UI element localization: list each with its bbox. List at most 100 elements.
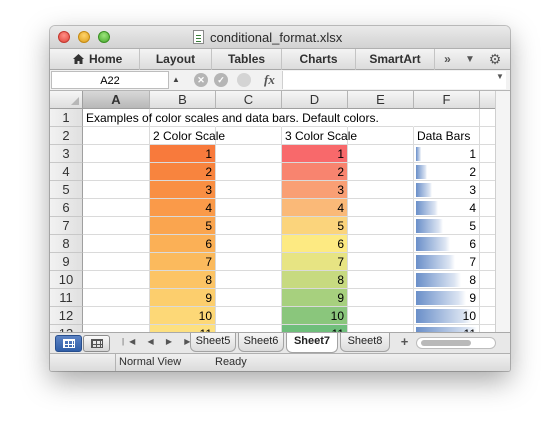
cell-data-bar[interactable]: 6 [414, 235, 480, 253]
column-header-d[interactable]: D [282, 91, 348, 109]
vertical-scrollbar[interactable] [495, 91, 510, 332]
cell[interactable] [83, 235, 150, 253]
cell[interactable] [348, 145, 414, 163]
cell-two-color-scale[interactable]: 7 [150, 253, 216, 271]
cell-two-color-scale[interactable]: 5 [150, 217, 216, 235]
cell-two-color-scale[interactable]: 6 [150, 235, 216, 253]
cell-b2[interactable]: 2 Color Scale [150, 127, 225, 145]
tab-sheet7[interactable]: Sheet7 [286, 333, 338, 353]
cell[interactable] [216, 127, 282, 145]
cell[interactable] [83, 163, 150, 181]
cell[interactable] [348, 127, 414, 145]
function-wizard-icon[interactable] [237, 73, 251, 87]
column-header-b[interactable]: B [150, 91, 216, 109]
cell-data-bar[interactable]: 1 [414, 145, 480, 163]
cell-three-color-scale[interactable]: 7 [282, 253, 348, 271]
row-header-9[interactable]: 9 [50, 253, 83, 271]
row-header-5[interactable]: 5 [50, 181, 83, 199]
row-header-2[interactable]: 2 [50, 127, 83, 145]
cell-three-color-scale[interactable]: 4 [282, 199, 348, 217]
cell-three-color-scale[interactable]: 3 [282, 181, 348, 199]
tab-charts[interactable]: Charts [282, 49, 356, 70]
cell-data-bar[interactable]: 3 [414, 181, 480, 199]
formula-input[interactable] [282, 71, 506, 89]
cell[interactable] [414, 109, 480, 127]
cell[interactable] [348, 325, 414, 332]
cell[interactable] [216, 289, 282, 307]
cell[interactable] [216, 217, 282, 235]
add-sheet-button[interactable]: + [396, 334, 413, 350]
cell-two-color-scale[interactable]: 1 [150, 145, 216, 163]
row-header-7[interactable]: 7 [50, 217, 83, 235]
cell-a1[interactable]: Examples of color scales and data bars. … [83, 109, 379, 127]
cell[interactable] [216, 253, 282, 271]
cell[interactable] [83, 289, 150, 307]
row-header-1[interactable]: 1 [50, 109, 83, 127]
cell-three-color-scale[interactable]: 10 [282, 307, 348, 325]
cell-d2[interactable]: 3 Color Scale [282, 127, 357, 145]
cell-two-color-scale[interactable]: 11 [150, 325, 216, 332]
cell[interactable] [348, 199, 414, 217]
cell-three-color-scale[interactable]: 11 [282, 325, 348, 332]
row-header-3[interactable]: 3 [50, 145, 83, 163]
cell[interactable] [216, 181, 282, 199]
cell[interactable] [348, 289, 414, 307]
cell[interactable] [216, 307, 282, 325]
cell-two-color-scale[interactable]: 4 [150, 199, 216, 217]
column-header-f[interactable]: F [414, 91, 480, 109]
cell[interactable] [216, 145, 282, 163]
tab-sheet8[interactable]: Sheet8 [340, 333, 390, 352]
horizontal-scrollbar[interactable] [416, 337, 496, 349]
cell-data-bar[interactable]: 4 [414, 199, 480, 217]
tab-smartart[interactable]: SmartArt [356, 49, 435, 70]
minimize-window-button[interactable] [78, 31, 90, 43]
cell[interactable] [348, 307, 414, 325]
cell-f2[interactable]: Data Bars [414, 127, 480, 145]
close-window-button[interactable] [58, 31, 70, 43]
cell[interactable] [83, 271, 150, 289]
row-header-13[interactable]: 13 [50, 325, 83, 332]
tab-tables[interactable]: Tables [212, 49, 282, 70]
zoom-window-button[interactable] [98, 31, 110, 43]
cell-two-color-scale[interactable]: 9 [150, 289, 216, 307]
select-all-corner[interactable] [50, 91, 83, 109]
cell-data-bar[interactable]: 2 [414, 163, 480, 181]
cancel-icon[interactable]: ✕ [194, 73, 208, 87]
cell[interactable] [348, 271, 414, 289]
formula-expand-icon[interactable]: ▼ [496, 72, 504, 81]
tab-sheet5[interactable]: Sheet5 [190, 333, 236, 352]
cell[interactable] [83, 181, 150, 199]
cell[interactable] [216, 271, 282, 289]
cell-three-color-scale[interactable]: 6 [282, 235, 348, 253]
cell[interactable] [348, 217, 414, 235]
cell[interactable] [216, 163, 282, 181]
cell[interactable] [83, 145, 150, 163]
name-box-stepper-icon[interactable]: ▲ [170, 71, 182, 89]
fx-label[interactable]: fx [264, 72, 275, 88]
tab-sheet6[interactable]: Sheet6 [238, 333, 284, 352]
row-header-10[interactable]: 10 [50, 271, 83, 289]
cell-two-color-scale[interactable]: 10 [150, 307, 216, 325]
cell[interactable] [83, 325, 150, 332]
more-tabs-button[interactable]: » [435, 49, 460, 70]
chevron-down-icon[interactable]: ▼ [460, 49, 480, 70]
cell-data-bar[interactable]: 8 [414, 271, 480, 289]
column-header-e[interactable]: E [348, 91, 414, 109]
cell-two-color-scale[interactable]: 2 [150, 163, 216, 181]
tab-layout[interactable]: Layout [140, 49, 212, 70]
cell[interactable] [348, 181, 414, 199]
cell[interactable] [83, 127, 150, 145]
cell-two-color-scale[interactable]: 3 [150, 181, 216, 199]
cell-data-bar[interactable]: 9 [414, 289, 480, 307]
cell[interactable] [348, 235, 414, 253]
tab-home[interactable]: Home [50, 49, 140, 70]
cell[interactable] [83, 307, 150, 325]
cell[interactable] [83, 199, 150, 217]
cell[interactable] [216, 235, 282, 253]
column-header-c[interactable]: C [216, 91, 282, 109]
normal-view-button[interactable] [55, 335, 82, 352]
column-header-a[interactable]: A [83, 91, 150, 109]
cell-data-bar[interactable]: 11 [414, 325, 480, 332]
cell-three-color-scale[interactable]: 1 [282, 145, 348, 163]
cell-three-color-scale[interactable]: 9 [282, 289, 348, 307]
